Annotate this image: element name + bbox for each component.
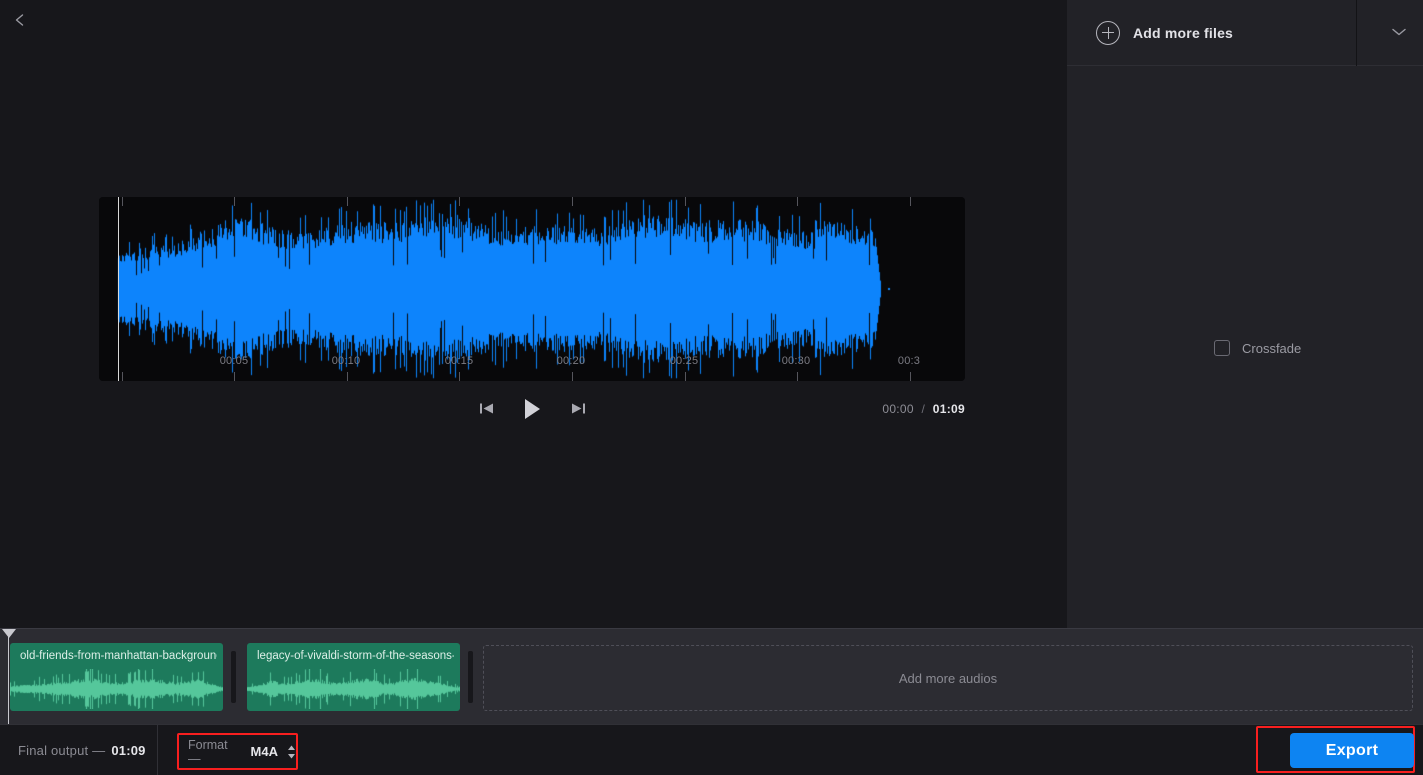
audio-clip-waveform: [247, 669, 460, 709]
waveform-canvas[interactable]: [99, 197, 965, 381]
back-button[interactable]: [4, 4, 36, 36]
timeline-playhead-handle[interactable]: [2, 629, 16, 638]
clip-resize-handle[interactable]: [468, 651, 473, 703]
add-more-files-button[interactable]: Add more files: [1067, 20, 1234, 45]
add-more-files-label: Add more files: [1133, 24, 1234, 41]
time-separator: /: [921, 402, 926, 416]
chevron-left-icon: [13, 13, 27, 27]
right-panel: Add more files Crossfade: [1067, 0, 1423, 628]
total-time: 01:09: [932, 402, 965, 416]
export-button[interactable]: Export: [1290, 733, 1414, 768]
crossfade-checkbox[interactable]: [1214, 340, 1230, 356]
collapse-panel-button[interactable]: [1374, 0, 1423, 66]
export-button-label: Export: [1325, 741, 1379, 759]
clip-resize-handle[interactable]: [231, 651, 236, 703]
skip-back-icon: [478, 400, 495, 422]
bottom-bar-divider: [157, 725, 158, 775]
time-display: 00:00 / 01:09: [882, 402, 965, 416]
format-label: Format —: [188, 737, 228, 766]
current-time: 00:00: [882, 402, 914, 416]
audio-clip[interactable]: old-friends-from-manhattan-background...: [10, 643, 223, 711]
waveform-viewer[interactable]: 00:05 00:10 00:15 00:20 00:25 00:30 00:3: [99, 197, 965, 381]
add-more-audios-label: Add more audios: [898, 670, 998, 686]
final-output-label: Final output —: [18, 743, 106, 758]
timeline-playhead-line: [8, 629, 9, 724]
skip-back-button[interactable]: [473, 398, 499, 424]
crossfade-label: Crossfade: [1242, 340, 1302, 356]
right-panel-header: Add more files: [1067, 0, 1423, 66]
stepper-updown-icon[interactable]: [287, 745, 296, 759]
audio-clip-title: old-friends-from-manhattan-background...: [20, 650, 217, 662]
add-more-audios-dropzone[interactable]: Add more audios: [483, 645, 1413, 711]
skip-forward-icon: [570, 400, 587, 422]
final-output-info: Final output — 01:09: [18, 743, 146, 758]
panel-divider: [1356, 0, 1357, 66]
editor-area: 00:0500:1000:1500:2000:2500:3000:3: [0, 0, 1067, 628]
format-selector[interactable]: Format — M4A: [179, 738, 296, 766]
transport-controls: 00:00 / 01:09: [99, 398, 965, 426]
audio-clip[interactable]: legacy-of-vivaldi-storm-of-the-seasons-.…: [247, 643, 460, 711]
crossfade-option[interactable]: Crossfade: [1214, 340, 1301, 356]
audio-clip-waveform: [10, 669, 223, 709]
audio-editor-app: 00:0500:1000:1500:2000:2500:3000:3: [0, 0, 1423, 775]
play-icon: [521, 397, 543, 426]
skip-forward-button[interactable]: [565, 398, 591, 424]
format-value: M4A: [250, 744, 278, 759]
play-button[interactable]: [519, 398, 545, 424]
final-output-value: 01:09: [111, 743, 146, 758]
chevron-down-icon: [1391, 24, 1407, 42]
plus-circle-icon: [1096, 20, 1120, 45]
format-selector-highlight: Format — M4A: [177, 733, 298, 770]
waveform-playhead[interactable]: [118, 197, 119, 381]
audio-clip-title: legacy-of-vivaldi-storm-of-the-seasons-.…: [257, 650, 454, 662]
